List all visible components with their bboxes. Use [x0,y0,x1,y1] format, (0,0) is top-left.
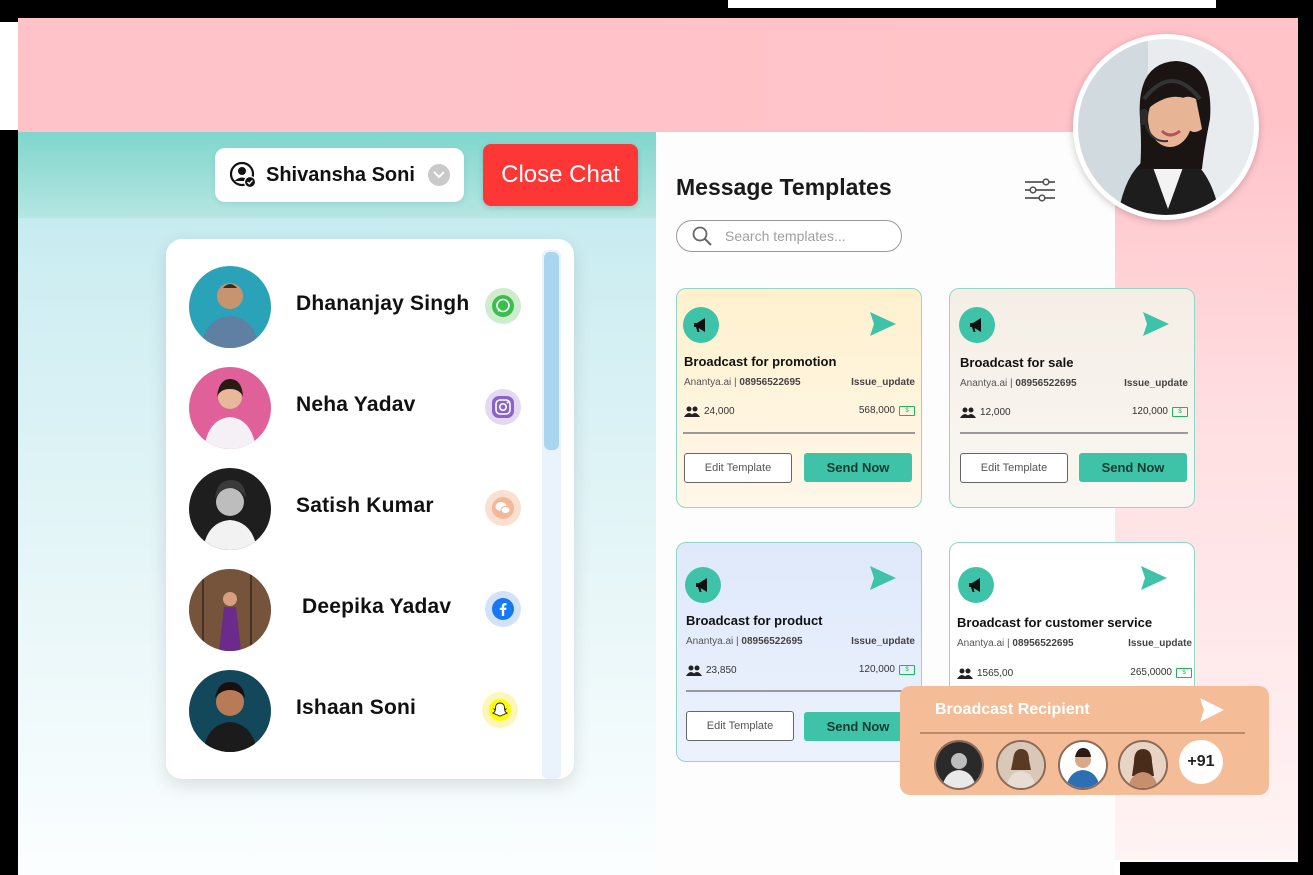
cost-value: 120,000 $ [1132,406,1188,417]
megaphone-icon [683,307,719,343]
cash-icon: $ [899,405,915,416]
recipient-avatar[interactable] [1118,740,1168,790]
contact-item-deepika[interactable]: Deepika Yadav [189,569,529,651]
send-icon[interactable] [1140,565,1168,591]
snapchat-icon [482,692,518,728]
cost-value: 120,000 $ [859,664,915,675]
template-tag: Issue_update [851,377,915,388]
template-title: Broadcast for sale [960,355,1074,370]
template-title: Broadcast for promotion [684,354,837,369]
audience-count: 23,850 [686,664,737,676]
template-tag: Issue_update [1128,638,1192,649]
close-chat-button[interactable]: Close Chat [483,144,638,206]
avatar [189,266,271,348]
more-recipients-badge[interactable]: +91 [1179,740,1223,784]
users-icon [957,668,973,679]
megaphone-icon [959,307,995,343]
recipient-avatar[interactable] [1058,740,1108,790]
whatsapp-icon [485,288,521,324]
search-placeholder: Search templates... [725,228,846,244]
contact-item-dhananjay[interactable]: Dhananjay Singh [189,266,529,348]
edit-template-button[interactable]: Edit Template [684,453,792,483]
search-icon [692,226,712,246]
template-title: Broadcast for customer service [957,615,1153,630]
template-card: Broadcast for product Anantya.ai | 08956… [676,542,922,762]
send-icon[interactable] [1142,311,1170,337]
avatar [189,367,271,449]
cost-value: 265,0000 $ [1130,667,1192,678]
send-now-button[interactable]: Send Now [1079,453,1187,482]
avatar [189,569,271,651]
divider [683,432,915,434]
megaphone-icon [685,567,721,603]
divider [960,432,1188,434]
users-icon [686,665,702,676]
template-tag: Issue_update [1124,378,1188,389]
template-title: Broadcast for product [686,613,823,628]
cost-value: 568,000 $ [859,405,915,416]
agent-avatar [1073,34,1259,220]
edit-template-button[interactable]: Edit Template [960,453,1068,483]
template-sender: Anantya.ai | 08956522695 [686,636,803,647]
avatar [189,670,271,752]
instagram-icon [485,389,521,425]
chevron-down-icon[interactable] [428,164,450,186]
audience-count: 24,000 [684,405,735,417]
broadcast-recipient-panel: Broadcast Recipient +91 [900,686,1269,795]
avatar [189,468,271,550]
send-now-button[interactable]: Send Now [804,712,912,741]
recipient-title: Broadcast Recipient [935,701,1090,718]
facebook-icon [485,591,521,627]
send-icon[interactable] [869,311,897,337]
send-icon[interactable] [1199,697,1225,723]
contacts-scrollbar-thumb[interactable] [544,252,559,450]
megaphone-icon [958,567,994,603]
left-border [0,130,18,875]
recipient-avatar[interactable] [934,740,984,790]
template-card: Broadcast for sale Anantya.ai | 08956522… [949,288,1195,508]
template-sender: Anantya.ai | 08956522695 [684,377,801,388]
top-strip [728,0,1216,8]
template-tag: Issue_update [851,636,915,647]
contact-item-ishaan[interactable]: Ishaan Soni [189,670,529,752]
audience-count: 1565,00 [957,667,1013,679]
divider [920,732,1245,734]
right-border [1298,18,1313,875]
template-sender: Anantya.ai | 08956522695 [957,638,1074,649]
users-icon [960,407,976,418]
audience-count: 12,000 [960,406,1011,418]
wechat-icon [485,490,521,526]
page-title: Message Templates [676,174,892,200]
cash-icon: $ [1176,667,1192,678]
template-card: Broadcast for promotion Anantya.ai | 089… [676,288,922,508]
template-sender: Anantya.ai | 08956522695 [960,378,1077,389]
contact-name: Ishaan Soni [296,696,417,719]
bottom-right-border [1120,862,1313,875]
contact-name: Deepika Yadav [302,595,452,618]
user-selector[interactable]: Shivansha Soni [215,148,464,202]
search-input[interactable]: Search templates... [676,220,902,252]
send-icon[interactable] [869,565,897,591]
contact-item-satish[interactable]: Satish Kumar [189,468,529,550]
contact-name: Neha Yadav [296,393,416,416]
selected-user-name: Shivansha Soni [266,163,415,186]
filter-icon[interactable] [1024,178,1056,202]
contact-name: Dhananjay Singh [296,292,470,315]
send-now-button[interactable]: Send Now [804,453,912,482]
cash-icon: $ [899,664,915,675]
divider [686,690,915,692]
cash-icon: $ [1172,406,1188,417]
contact-item-neha[interactable]: Neha Yadav [189,367,529,449]
recipient-avatar[interactable] [996,740,1046,790]
contact-name: Satish Kumar [296,494,434,517]
users-icon [684,406,700,417]
user-check-icon [229,161,257,189]
edit-template-button[interactable]: Edit Template [686,711,794,741]
